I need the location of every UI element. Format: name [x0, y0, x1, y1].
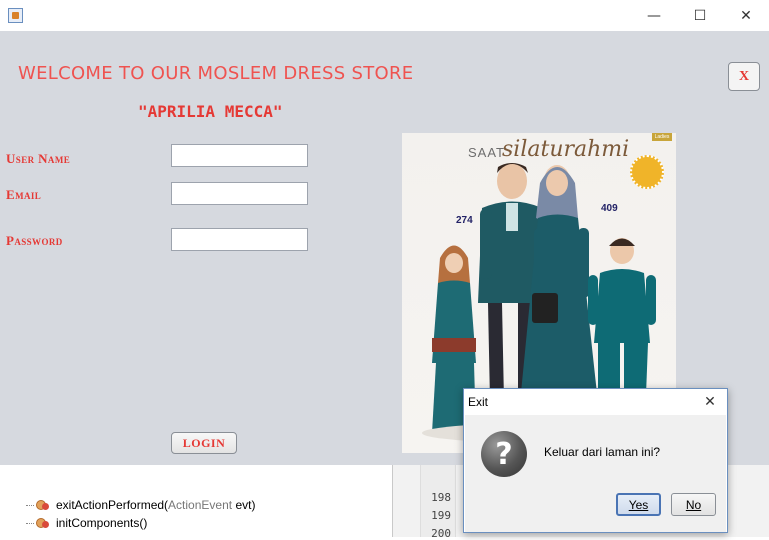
- tree-item-label: initComponents: [56, 516, 140, 530]
- username-label: User Name: [6, 151, 71, 166]
- close-x-button[interactable]: X: [728, 62, 760, 91]
- maximize-button[interactable]: ☐: [677, 0, 723, 31]
- minimize-button[interactable]: —: [631, 0, 677, 31]
- navigator-tree: exitActionPerformed(ActionEvent evt) ini…: [0, 465, 393, 537]
- dialog-title: Exit: [468, 395, 489, 409]
- login-button[interactable]: LOGIN: [171, 432, 237, 454]
- param-type: ActionEvent: [168, 498, 233, 512]
- line-number: 198: [431, 491, 451, 504]
- password-field[interactable]: [171, 228, 308, 251]
- line-number-gutter: 198 199 200: [420, 465, 456, 540]
- tree-item-init-components[interactable]: initComponents(): [26, 514, 147, 532]
- dialog-body: ? Keluar dari laman ini? Yes No: [465, 415, 726, 532]
- window-titlebar[interactable]: — ☐ ✕: [0, 0, 769, 31]
- yes-button[interactable]: Yes: [616, 493, 661, 516]
- java-app-icon: [8, 8, 23, 23]
- dialog-message: Keluar dari laman ini?: [544, 445, 661, 459]
- line-number: 199: [431, 509, 451, 522]
- dialog-close-button[interactable]: ✕: [695, 389, 725, 415]
- line-number: 200: [431, 527, 451, 540]
- email-label: Email: [6, 187, 42, 202]
- welcome-heading: WELCOME TO OUR MOSLEM DRESS STORE: [18, 63, 414, 84]
- username-field[interactable]: [171, 144, 308, 167]
- method-icon: [36, 517, 50, 529]
- store-name: "APRILIA MECCA": [138, 102, 283, 121]
- email-field[interactable]: [171, 182, 308, 205]
- method-icon: [36, 499, 50, 511]
- param-name: evt: [235, 498, 252, 512]
- question-icon: ?: [481, 431, 527, 477]
- no-button[interactable]: No: [671, 493, 716, 516]
- tree-item-label: exitActionPerformed: [56, 498, 165, 512]
- exit-dialog: Exit ✕ ? Keluar dari laman ini? Yes No: [463, 388, 728, 533]
- password-label: Password: [6, 233, 63, 248]
- window-close-button[interactable]: ✕: [723, 0, 769, 31]
- tree-item-exit-action[interactable]: exitActionPerformed(ActionEvent evt): [26, 496, 255, 514]
